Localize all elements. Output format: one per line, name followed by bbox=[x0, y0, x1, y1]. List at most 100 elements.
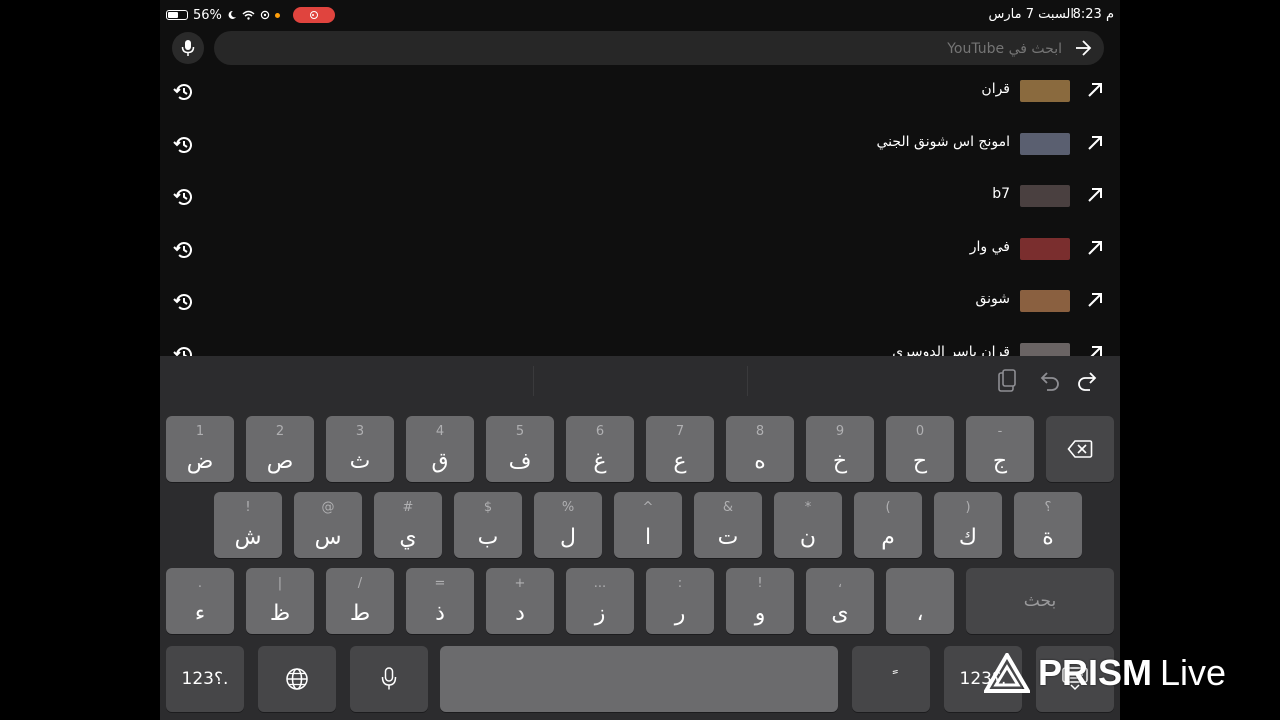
suggestion-row[interactable]: في وار bbox=[160, 226, 1120, 278]
key-alt-label: $ bbox=[483, 500, 493, 515]
dictation-key[interactable] bbox=[350, 646, 428, 712]
key[interactable]: -ج bbox=[966, 416, 1034, 482]
key[interactable]: .ء bbox=[166, 568, 234, 634]
undo-icon[interactable] bbox=[1036, 368, 1062, 394]
key-main-label: ء bbox=[194, 601, 206, 626]
status-left-group: 56% bbox=[166, 7, 335, 23]
key[interactable]: ؟ ة bbox=[1014, 492, 1082, 558]
mic-in-use-indicator bbox=[274, 12, 280, 18]
key[interactable]: 8ه bbox=[726, 416, 794, 482]
key-main-label: ص bbox=[266, 449, 294, 474]
fill-query-arrow-icon[interactable] bbox=[1086, 291, 1104, 309]
search-bar bbox=[214, 31, 1104, 67]
screen-recording-indicator[interactable] bbox=[292, 7, 335, 23]
key[interactable]: 7ع bbox=[646, 416, 714, 482]
ipad-screen: 56% السبت 7 مارس 8:23 م قران امونج اس شو… bbox=[160, 0, 1120, 720]
voice-search-button[interactable] bbox=[172, 32, 204, 64]
search-key-label: بحث bbox=[1023, 591, 1057, 611]
key[interactable]: 1ض bbox=[166, 416, 234, 482]
key[interactable]: 5ف bbox=[486, 416, 554, 482]
key-alt-label: 8 bbox=[755, 424, 765, 439]
key[interactable]: * ن bbox=[774, 492, 842, 558]
key-main-label: ق bbox=[431, 449, 449, 474]
key-alt-label: 1 bbox=[195, 424, 205, 439]
key[interactable]: :ر bbox=[646, 568, 714, 634]
key-alt-label: ^ bbox=[642, 500, 654, 515]
back-arrow-icon[interactable] bbox=[1074, 39, 1092, 57]
battery-percent: 56% bbox=[193, 7, 222, 23]
key[interactable]: & ت bbox=[694, 492, 762, 558]
key-alt-label: 4 bbox=[435, 424, 445, 439]
fill-query-arrow-icon[interactable] bbox=[1086, 239, 1104, 257]
key-main-label: ش bbox=[234, 525, 262, 550]
suggestion-row[interactable]: امونج اس شونق الجني bbox=[160, 121, 1120, 173]
key-alt-label: 2 bbox=[275, 424, 285, 439]
key-alt-label: 3 bbox=[355, 424, 365, 439]
microphone-icon bbox=[381, 667, 397, 690]
key-main-label: ط bbox=[349, 601, 371, 626]
key[interactable]: / ط bbox=[326, 568, 394, 634]
history-icon bbox=[173, 84, 192, 100]
key-alt-label: | bbox=[277, 576, 283, 591]
key[interactable]: @ س bbox=[294, 492, 362, 558]
key-alt-label: ( bbox=[885, 500, 891, 515]
fill-query-arrow-icon[interactable] bbox=[1086, 81, 1104, 99]
key[interactable]: = ذ bbox=[406, 568, 474, 634]
fill-query-arrow-icon[interactable] bbox=[1086, 134, 1104, 152]
diacritic-key[interactable]: ً bbox=[852, 646, 930, 712]
key[interactable]: 9خ bbox=[806, 416, 874, 482]
globe-key[interactable] bbox=[258, 646, 336, 712]
key-main-label: ا bbox=[644, 525, 652, 550]
key[interactable]: # ي bbox=[374, 492, 442, 558]
space-bar[interactable] bbox=[440, 646, 838, 712]
redo-icon[interactable] bbox=[1075, 368, 1101, 394]
suggestion-text: b7 bbox=[992, 186, 1010, 202]
key[interactable]: ! ش bbox=[214, 492, 282, 558]
key[interactable]: 2ص bbox=[246, 416, 314, 482]
toolbar-divider bbox=[747, 366, 748, 396]
key[interactable]: ، ى bbox=[806, 568, 874, 634]
key[interactable]: $ ب bbox=[454, 492, 522, 558]
key-alt-label: ) bbox=[965, 500, 971, 515]
backspace-key[interactable] bbox=[1046, 416, 1114, 482]
key[interactable]: 3ث bbox=[326, 416, 394, 482]
key-main-label: ى bbox=[831, 601, 849, 626]
key-main-label: خ bbox=[832, 449, 848, 474]
key-main-label: ي bbox=[399, 525, 417, 550]
key-main-label: و bbox=[754, 601, 766, 626]
key[interactable]: (م bbox=[854, 492, 922, 558]
history-icon bbox=[173, 242, 192, 258]
search-return-key[interactable]: بحث bbox=[966, 568, 1114, 634]
key-alt-label: : bbox=[677, 576, 683, 591]
suggestion-thumbnail bbox=[1020, 238, 1070, 260]
suggestion-row[interactable]: قران bbox=[160, 68, 1120, 120]
key-main-label: ت bbox=[717, 525, 739, 550]
key[interactable]: 0ح bbox=[886, 416, 954, 482]
key-main-label: ز bbox=[594, 601, 606, 626]
numbers-toggle-key[interactable]: 123؟. bbox=[166, 646, 244, 712]
key[interactable]: + د bbox=[486, 568, 554, 634]
key-alt-label: % bbox=[561, 500, 575, 515]
key[interactable]: 6غ bbox=[566, 416, 634, 482]
key-alt-label: = bbox=[434, 576, 446, 591]
key[interactable]: | ظ bbox=[246, 568, 314, 634]
key[interactable]: ! و bbox=[726, 568, 794, 634]
key-alt-label: + bbox=[514, 576, 526, 591]
key[interactable]: ، bbox=[886, 568, 954, 634]
key[interactable]: 4ق bbox=[406, 416, 474, 482]
key-alt-label: ... bbox=[593, 576, 607, 591]
suggestion-row[interactable]: شونق bbox=[160, 278, 1120, 330]
key[interactable]: ) ك bbox=[934, 492, 1002, 558]
key[interactable]: ^ ا bbox=[614, 492, 682, 558]
key[interactable]: ... ز bbox=[566, 568, 634, 634]
diacritic-key-label: ً bbox=[852, 669, 930, 689]
suggestion-row[interactable]: b7 bbox=[160, 173, 1120, 225]
key[interactable]: % ل bbox=[534, 492, 602, 558]
search-input[interactable] bbox=[260, 31, 1064, 67]
status-bar: 56% السبت 7 مارس 8:23 م bbox=[160, 0, 1120, 28]
key-main-label: ن bbox=[799, 525, 817, 550]
key-main-label: ر bbox=[674, 601, 686, 626]
key-alt-label: 5 bbox=[515, 424, 525, 439]
paste-icon[interactable] bbox=[994, 368, 1020, 394]
fill-query-arrow-icon[interactable] bbox=[1086, 186, 1104, 204]
